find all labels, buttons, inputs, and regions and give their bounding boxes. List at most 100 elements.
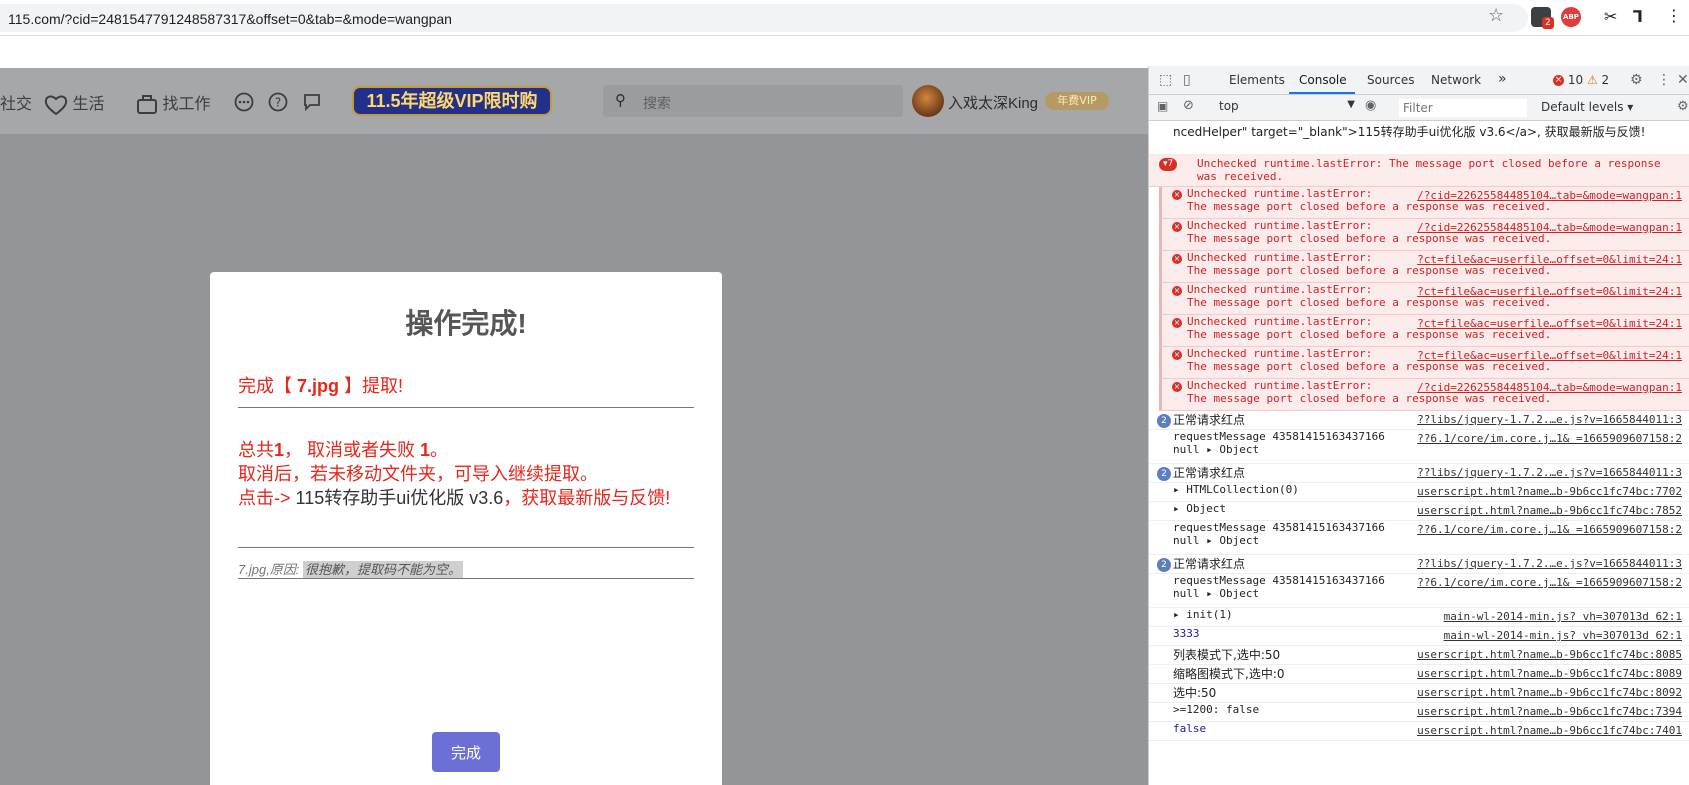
console-row[interactable]: ▾7 Unchecked runtime.lastError: The messa… (1149, 155, 1689, 187)
console-row[interactable]: ncedHelper" target="_blank">115转存助手ui优化版… (1149, 121, 1689, 155)
console-row[interactable]: 2 正常请求红点 ??libs/jquery-1.7.2.…e.js?v=16658… (1149, 555, 1689, 574)
log-levels-dropdown[interactable]: Default levels ▾ (1541, 100, 1633, 114)
message-icon[interactable] (302, 92, 322, 117)
address-bar[interactable]: 115.com/?cid=2481547791248587317&offset=… (0, 4, 1528, 32)
console-row[interactable]: × Unchecked runtime.lastError: The message… (1159, 283, 1689, 315)
search-input[interactable]: ⚲ 搜索 (603, 85, 903, 117)
click-prefix: 点击-> (238, 488, 296, 508)
console-row[interactable]: requestMessage 43581415163437166 null ▸ O… (1149, 430, 1689, 464)
error-counter[interactable]: × 10 ⚠ 2 (1553, 73, 1609, 87)
console-row[interactable]: × Unchecked runtime.lastError: The message… (1159, 251, 1689, 283)
nav-item-life[interactable]: 生活 (44, 90, 104, 116)
close-devtools-icon[interactable]: ✕ (1677, 72, 1689, 88)
done-button[interactable]: 完成 (432, 732, 500, 772)
source-link[interactable]: /?cid=22625584485104…tab=&mode=wangpan:1 (1417, 189, 1682, 202)
source-link[interactable]: /?cid=22625584485104…tab=&mode=wangpan:1 (1417, 221, 1682, 234)
source-link[interactable]: userscript.html?name…b-9b6cc1fc74bc:8092 (1417, 686, 1682, 699)
source-link[interactable]: userscript.html?name…b-9b6cc1fc74bc:7702 (1417, 485, 1682, 498)
context-selector[interactable]: top ▼ (1219, 99, 1355, 117)
console-row[interactable]: >=1200: false userscript.html?name…b-9b6c… (1149, 703, 1689, 722)
source-link[interactable]: ??6.1/core/im.core.j…1& =1665909607158:2 (1417, 576, 1682, 589)
source-link[interactable]: userscript.html?name…b-9b6cc1fc74bc:8085 (1417, 648, 1682, 661)
total-count: 1 (274, 440, 285, 460)
clear-console-icon[interactable]: ⊘ (1183, 98, 1194, 113)
avatar[interactable] (912, 85, 944, 117)
source-link[interactable]: ??libs/jquery-1.7.2.…e.js?v=1665844011:3 (1417, 466, 1682, 479)
cancel-text: ， 取消或者失败 (284, 440, 421, 460)
feedback-line: 点击-> 115转存助手ui优化版 v3.6，获取最新版与反馈! (238, 486, 678, 510)
console-row[interactable]: ▸ Object userscript.html?name…b-9b6cc1fc7… (1149, 502, 1689, 521)
more-icon[interactable] (234, 92, 254, 117)
extension-icon[interactable]: 2 (1531, 7, 1554, 29)
source-link[interactable]: ??libs/jquery-1.7.2.…e.js?v=1665844011:3 (1417, 413, 1682, 426)
console-message: 正常请求红点 (1173, 413, 1246, 427)
console-row[interactable]: 2 正常请求红点 ??libs/jquery-1.7.2.…e.js?v=16658… (1149, 464, 1689, 483)
context-value: top (1219, 99, 1239, 113)
console-row[interactable]: 缩略图模式下,选中:0 userscript.html?name…b-9b6cc1… (1149, 665, 1689, 684)
search-icon: ⚲ (615, 91, 626, 109)
help-icon[interactable]: ? (268, 92, 288, 117)
console-row[interactable]: 列表模式下,选中:50 userscript.html?name…b-9b6cc1… (1149, 646, 1689, 665)
more-tabs-icon[interactable]: » (1498, 71, 1507, 87)
source-link[interactable]: ?ct=file&ac=userfile…offset=0&limit=24:1 (1417, 349, 1682, 362)
tab-network[interactable]: Network (1431, 73, 1481, 87)
console-output[interactable]: ncedHelper" target="_blank">115转存助手ui优化版… (1149, 121, 1689, 785)
warning-count: 2 (1601, 73, 1610, 87)
console-row[interactable]: requestMessage 43581415163437166 null ▸ O… (1149, 574, 1689, 608)
inspect-element-icon[interactable]: ⬚ (1159, 72, 1172, 88)
url-text[interactable]: 115.com/?cid=2481547791248587317&offset=… (8, 11, 452, 27)
source-link[interactable]: userscript.html?name…b-9b6cc1fc74bc:8089 (1417, 667, 1682, 680)
nav-item-social[interactable]: 社交 (0, 90, 32, 114)
tab-console[interactable]: Console (1299, 73, 1347, 87)
console-row[interactable]: × Unchecked runtime.lastError: The message… (1159, 219, 1689, 251)
source-link[interactable]: ??6.1/core/im.core.j…1& =1665909607158:2 (1417, 432, 1682, 445)
console-settings-gear-icon[interactable]: ⚙ (1677, 99, 1689, 114)
console-message: >=1200: false (1173, 703, 1260, 716)
adblock-icon[interactable]: ABP (1561, 7, 1581, 27)
console-row[interactable]: 2 正常请求红点 ??libs/jquery-1.7.2.…e.js?v=16658… (1149, 411, 1689, 430)
source-link[interactable]: ?ct=file&ac=userfile…offset=0&limit=24:1 (1417, 285, 1682, 298)
nav-item-jobs[interactable]: 找工作 (136, 90, 210, 115)
console-row[interactable]: × Unchecked runtime.lastError: The message… (1159, 315, 1689, 347)
source-link[interactable]: ?ct=file&ac=userfile…offset=0&limit=24:1 (1417, 253, 1682, 266)
source-link[interactable]: main-wl-2014-min.js? vh=307013d 62:1 (1444, 610, 1682, 623)
console-row[interactable]: requestMessage 43581415163437166 null ▸ O… (1149, 521, 1689, 555)
helper-link[interactable]: 115转存助手ui优化版 v3.6 (296, 488, 504, 508)
source-link[interactable]: userscript.html?name…b-9b6cc1fc74bc:7852 (1417, 504, 1682, 517)
console-message: Unchecked runtime.lastError: The message… (1197, 157, 1661, 170)
source-link[interactable]: main-wl-2014-min.js? vh=307013d 62:1 (1444, 629, 1682, 642)
source-link[interactable]: userscript.html?name…b-9b6cc1fc74bc:7394 (1417, 705, 1682, 718)
settings-gear-icon[interactable]: ⚙ (1630, 72, 1643, 88)
scissors-icon[interactable]: ✂ (1604, 7, 1617, 26)
source-link[interactable]: ??6.1/core/im.core.j…1& =1665909607158:2 (1417, 523, 1682, 536)
console-row[interactable]: false userscript.html?name…b-9b6cc1fc74bc… (1149, 722, 1689, 741)
devtools-menu-icon[interactable]: ⋮ (1657, 72, 1671, 88)
console-row[interactable]: ▸ HTMLCollection(0) userscript.html?name…… (1149, 483, 1689, 502)
source-link[interactable]: userscript.html?name…b-9b6cc1fc74bc:7401 (1417, 724, 1682, 737)
source-link[interactable]: ?ct=file&ac=userfile…offset=0&limit=24:1 (1417, 317, 1682, 330)
console-filter-input[interactable] (1399, 99, 1527, 117)
total-prefix: 总共 (238, 440, 274, 460)
heart-icon (44, 95, 68, 116)
translate-icon[interactable]: ⅂ (1633, 7, 1642, 26)
tab-elements[interactable]: Elements (1229, 73, 1285, 87)
vip-promo-banner[interactable]: 11.5年超级VIP限时购 (352, 86, 552, 116)
console-row[interactable]: 3333 main-wl-2014-min.js? vh=307013d 62:1 (1149, 627, 1689, 646)
console-message: 缩略图模式下,选中:0 (1173, 667, 1285, 681)
device-toolbar-icon[interactable]: ▯ (1183, 72, 1191, 88)
error-count: 10 (1567, 73, 1584, 87)
bookmark-star-icon[interactable]: ☆ (1488, 5, 1504, 26)
console-row[interactable]: × Unchecked runtime.lastError: The message… (1159, 187, 1689, 219)
console-row[interactable]: 选中:50 userscript.html?name…b-9b6cc1fc74bc… (1149, 684, 1689, 703)
console-row[interactable]: ▸ init(1) main-wl-2014-min.js? vh=307013d… (1149, 608, 1689, 627)
console-row[interactable]: × Unchecked runtime.lastError: The message… (1159, 379, 1689, 411)
error-group-badge[interactable]: ▾7 (1159, 158, 1178, 171)
live-expression-eye-icon[interactable]: ◉ (1365, 98, 1376, 113)
browser-menu-icon[interactable]: ⋮ (1666, 6, 1682, 25)
tab-sources[interactable]: Sources (1367, 73, 1414, 87)
source-link[interactable]: /?cid=22625584485104…tab=&mode=wangpan:1 (1417, 381, 1682, 394)
console-row[interactable]: × Unchecked runtime.lastError: The message… (1159, 347, 1689, 379)
username[interactable]: 入戏太深King (948, 92, 1038, 113)
source-link[interactable]: ??libs/jquery-1.7.2.…e.js?v=1665844011:3 (1417, 557, 1682, 570)
sidebar-toggle-icon[interactable]: ▣ (1157, 99, 1168, 113)
